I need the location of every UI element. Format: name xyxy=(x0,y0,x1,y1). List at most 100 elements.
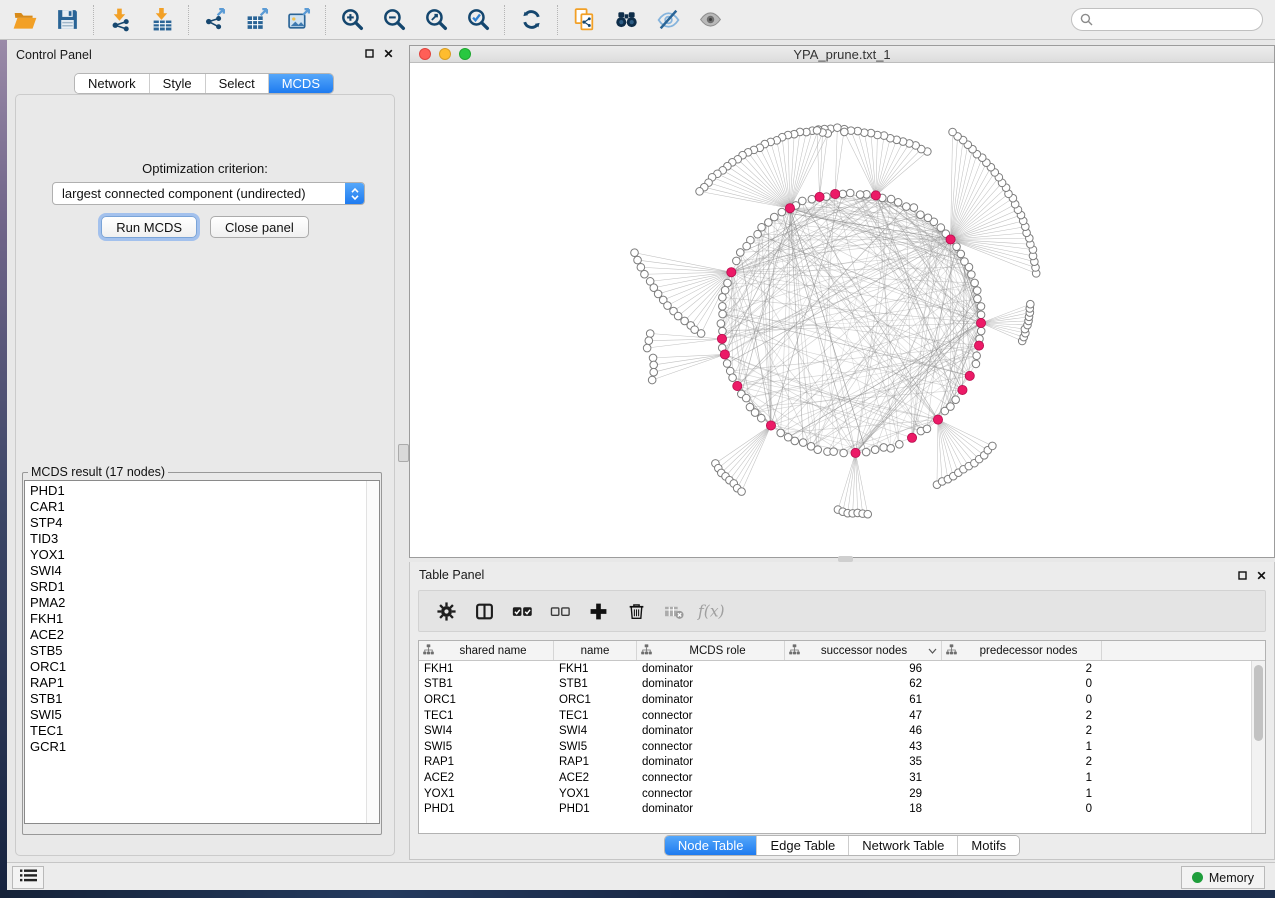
show-columns-icon[interactable] xyxy=(465,594,503,628)
cell-shared-name: ACE2 xyxy=(419,772,554,784)
cell-name: YOX1 xyxy=(554,788,637,800)
mcds-result-item[interactable]: TID3 xyxy=(30,531,379,547)
export-image-icon[interactable] xyxy=(278,4,320,36)
result-list-scrollbar[interactable] xyxy=(366,481,379,823)
run-mcds-button[interactable]: Run MCDS xyxy=(101,216,197,238)
close-panel-icon[interactable] xyxy=(384,49,393,58)
cell-successor-nodes: 31 xyxy=(785,772,942,784)
mcds-result-item[interactable]: RAP1 xyxy=(30,675,379,691)
search-input[interactable] xyxy=(1071,8,1263,31)
node-table-row[interactable]: SWI5SWI5connector431 xyxy=(419,739,1265,755)
node-table-row[interactable]: YOX1YOX1connector291 xyxy=(419,786,1265,802)
mcds-result-item[interactable]: SWI5 xyxy=(30,707,379,723)
table-mode-icon[interactable] xyxy=(427,594,465,628)
mcds-result-item[interactable]: PMA2 xyxy=(30,595,379,611)
search-icon xyxy=(1080,13,1093,31)
column-header-successor-nodes[interactable]: successor nodes xyxy=(785,641,942,660)
mcds-result-item[interactable]: STP4 xyxy=(30,515,379,531)
node-table-row[interactable]: ORC1ORC1dominator610 xyxy=(419,692,1265,708)
show-all-icon[interactable] xyxy=(689,4,731,36)
import-table-icon[interactable] xyxy=(141,4,183,36)
deselect-all-icon[interactable] xyxy=(541,594,579,628)
tab-network[interactable]: Network xyxy=(75,74,149,93)
open-file-icon[interactable] xyxy=(4,4,46,36)
tab-node-table[interactable]: Node Table xyxy=(665,836,757,855)
mcds-result-item[interactable]: YOX1 xyxy=(30,547,379,563)
mcds-result-item[interactable]: STB1 xyxy=(30,691,379,707)
import-network-icon[interactable] xyxy=(99,4,141,36)
add-column-icon[interactable] xyxy=(579,594,617,628)
tab-select[interactable]: Select xyxy=(205,74,268,93)
close-panel-icon[interactable] xyxy=(1257,571,1266,580)
criterion-select[interactable]: largest connected component (undirected) xyxy=(52,182,365,205)
mcds-result-item[interactable]: CAR1 xyxy=(30,499,379,515)
cell-name: RAP1 xyxy=(554,756,637,768)
mcds-result-item[interactable]: STB5 xyxy=(30,643,379,659)
hide-selected-icon[interactable] xyxy=(647,4,689,36)
vertical-splitter-handle[interactable] xyxy=(398,444,409,462)
desktop-wallpaper-left xyxy=(0,40,7,890)
node-table-row[interactable]: RAP1RAP1dominator352 xyxy=(419,755,1265,771)
toolbar-separator xyxy=(325,5,326,35)
export-network-icon[interactable] xyxy=(194,4,236,36)
zoom-in-icon[interactable] xyxy=(331,4,373,36)
node-table-row[interactable]: FKH1FKH1dominator962 xyxy=(419,661,1265,677)
apply-layout-icon[interactable] xyxy=(510,4,552,36)
memory-button[interactable]: Memory xyxy=(1181,866,1265,889)
node-table-row[interactable]: ACE2ACE2connector311 xyxy=(419,770,1265,786)
find-icon[interactable] xyxy=(605,4,647,36)
cell-predecessor-nodes: 0 xyxy=(942,678,1102,690)
float-panel-icon[interactable] xyxy=(1238,571,1247,580)
zoom-out-icon[interactable] xyxy=(373,4,415,36)
column-header-label: predecessor nodes xyxy=(960,645,1097,657)
cell-name: SWI5 xyxy=(554,741,637,753)
node-table-row[interactable]: SWI4SWI4dominator462 xyxy=(419,723,1265,739)
tab-style[interactable]: Style xyxy=(149,74,205,93)
column-header-predecessor-nodes[interactable]: predecessor nodes xyxy=(942,641,1102,660)
delete-column-icon[interactable] xyxy=(617,594,655,628)
tab-network-table[interactable]: Network Table xyxy=(848,836,957,855)
cell-successor-nodes: 96 xyxy=(785,663,942,675)
mcds-result-item[interactable]: PHD1 xyxy=(30,483,379,499)
panel-menu-button[interactable] xyxy=(12,866,44,889)
select-all-icon[interactable] xyxy=(503,594,541,628)
tab-edge-table[interactable]: Edge Table xyxy=(756,836,848,855)
share-network-icon[interactable] xyxy=(563,4,605,36)
status-bar: Memory xyxy=(7,862,1275,890)
float-panel-icon[interactable] xyxy=(365,49,374,58)
column-header-name[interactable]: name xyxy=(554,641,637,660)
network-canvas[interactable] xyxy=(410,63,1274,557)
cell-shared-name: PHD1 xyxy=(419,803,554,815)
cell-successor-nodes: 35 xyxy=(785,756,942,768)
column-header-shared-name[interactable]: shared name xyxy=(419,641,554,660)
cell-predecessor-nodes: 1 xyxy=(942,741,1102,753)
mcds-result-item[interactable]: SWI4 xyxy=(30,563,379,579)
save-session-icon[interactable] xyxy=(46,4,88,36)
horizontal-splitter-handle[interactable] xyxy=(838,556,853,562)
close-panel-button[interactable]: Close panel xyxy=(210,216,309,238)
tab-mcds[interactable]: MCDS xyxy=(268,74,333,93)
control-panel-header: Control Panel xyxy=(7,40,401,70)
mcds-result-item[interactable]: ORC1 xyxy=(30,659,379,675)
select-stepper-icon xyxy=(345,183,364,204)
mcds-result-item[interactable]: GCR1 xyxy=(30,739,379,755)
zoom-selected-icon[interactable] xyxy=(457,4,499,36)
tab-motifs[interactable]: Motifs xyxy=(957,836,1019,855)
table-scrollbar-thumb[interactable] xyxy=(1254,665,1263,741)
node-table-row[interactable]: TEC1TEC1connector472 xyxy=(419,708,1265,724)
column-header-MCDS-role[interactable]: MCDS role xyxy=(637,641,785,660)
export-table-icon[interactable] xyxy=(236,4,278,36)
node-table-row[interactable]: PHD1PHD1dominator180 xyxy=(419,801,1265,817)
mcds-result-item[interactable]: ACE2 xyxy=(30,627,379,643)
column-header-label: shared name xyxy=(437,645,549,657)
cell-mcds-role: connector xyxy=(637,788,785,800)
zoom-fit-icon[interactable] xyxy=(415,4,457,36)
mcds-result-item[interactable]: TEC1 xyxy=(30,723,379,739)
cell-mcds-role: connector xyxy=(637,741,785,753)
table-scrollbar[interactable] xyxy=(1251,661,1265,833)
mcds-result-item[interactable]: SRD1 xyxy=(30,579,379,595)
node-table-row[interactable]: STB1STB1dominator620 xyxy=(419,677,1265,693)
column-type-icon xyxy=(423,644,434,658)
main-toolbar xyxy=(0,0,1275,40)
mcds-result-item[interactable]: FKH1 xyxy=(30,611,379,627)
